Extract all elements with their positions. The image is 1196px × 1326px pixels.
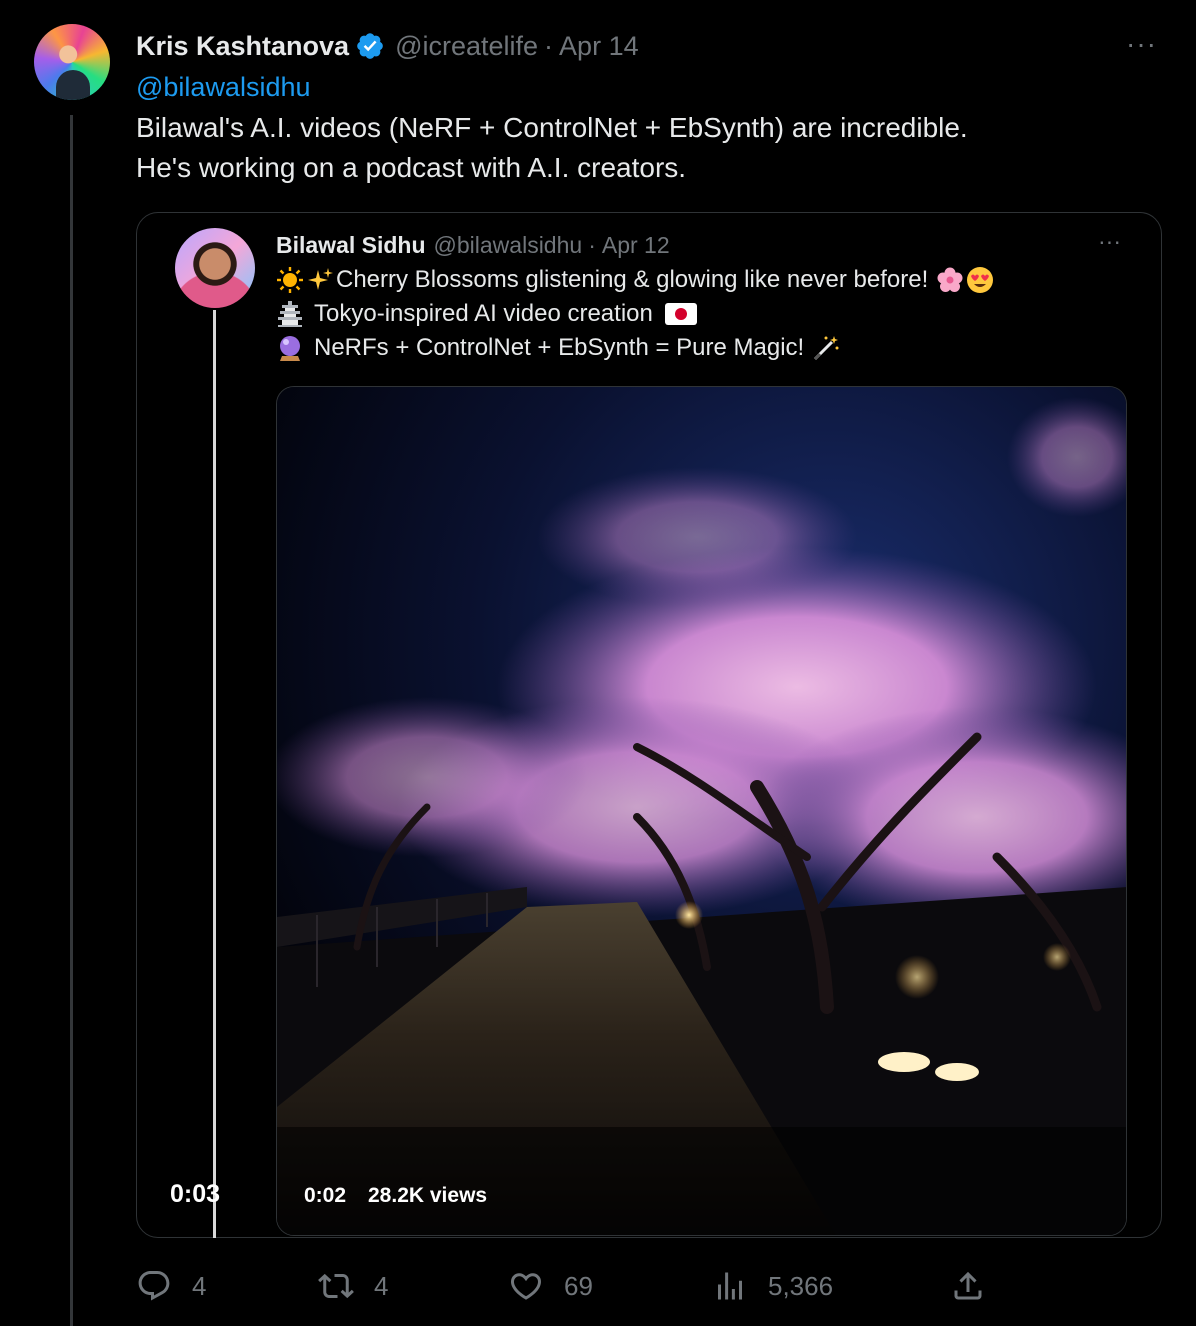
reply-icon (138, 1271, 170, 1301)
heart-eyes-emoji-icon (967, 267, 994, 293)
views-button[interactable]: 5,366 (712, 1266, 833, 1306)
share-button[interactable] (950, 1266, 1006, 1306)
quoted-header: Bilawal Sidhu @bilawalsidhu · Apr 12 (276, 228, 670, 262)
retweet-icon (318, 1273, 354, 1299)
tweet-text-line: Bilawal's A.I. videos (NeRF + ControlNet… (136, 112, 968, 143)
cherry-blossom-emoji-icon (937, 267, 963, 292)
outer-video-time: 0:03 (170, 1180, 221, 1208)
quoted-date[interactable]: Apr 12 (602, 232, 670, 259)
more-options-icon[interactable]: ··· (1126, 28, 1157, 60)
retweet-count: 4 (374, 1270, 389, 1301)
reply-count: 4 (192, 1270, 207, 1301)
pagoda-emoji-icon (278, 301, 302, 327)
share-icon (954, 1271, 982, 1300)
tweet-date[interactable]: Apr 14 (559, 31, 639, 62)
quoted-text-line: NeRFs + ControlNet + EbSynth = Pure Magi… (276, 334, 846, 362)
quoted-text-line: Cherry Blossoms glistening & glowing lik… (276, 266, 1000, 294)
quoted-text: Tokyo-inspired AI video creation (314, 300, 653, 327)
magic-wand-emoji-icon (814, 336, 839, 361)
heart-icon (510, 1273, 542, 1300)
quoted-text-line: Tokyo-inspired AI video creation (276, 300, 703, 328)
japan-flag-emoji-icon (664, 303, 697, 325)
video-player[interactable] (276, 386, 1127, 1236)
quoted-text: Cherry Blossoms glistening & glowing lik… (336, 266, 929, 293)
mention-link[interactable]: @bilawalsidhu (136, 72, 311, 103)
video-elapsed-time: 0:02 (304, 1184, 347, 1207)
author-handle[interactable]: @icreatelife (395, 31, 538, 62)
thread-line (70, 115, 73, 1326)
tweet-header: Kris Kashtanova @icreatelife · Apr 14 (136, 26, 639, 66)
avatar[interactable] (34, 24, 110, 100)
crystal-ball-emoji-icon (280, 336, 300, 361)
separator-dot: · (588, 231, 596, 258)
like-button[interactable]: 69 (508, 1266, 593, 1306)
retweet-button[interactable]: 4 (318, 1266, 388, 1306)
video-view-count: 28.2K views (368, 1184, 488, 1207)
sun-emoji-icon (277, 267, 303, 293)
sparkles-emoji-icon (308, 268, 333, 290)
quoted-avatar[interactable] (175, 228, 255, 308)
reply-button[interactable]: 4 (136, 1266, 206, 1306)
verified-badge-icon (357, 33, 383, 59)
video-thumbnail (277, 387, 1126, 1235)
quoted-text: NeRFs + ControlNet + EbSynth = Pure Magi… (314, 334, 805, 361)
quoted-thread-line (213, 310, 216, 1238)
author-name[interactable]: Kris Kashtanova (136, 31, 349, 62)
views-count: 5,366 (768, 1270, 834, 1301)
quoted-author-name[interactable]: Bilawal Sidhu (276, 232, 426, 259)
quoted-author-handle[interactable]: @bilawalsidhu (434, 232, 583, 259)
like-count: 69 (564, 1270, 593, 1301)
quoted-more-options-icon[interactable]: ··· (1098, 228, 1121, 255)
tweet-text-line: He's working on a podcast with A.I. crea… (136, 152, 687, 183)
separator-dot: · (544, 30, 554, 61)
analytics-icon (718, 1272, 742, 1300)
